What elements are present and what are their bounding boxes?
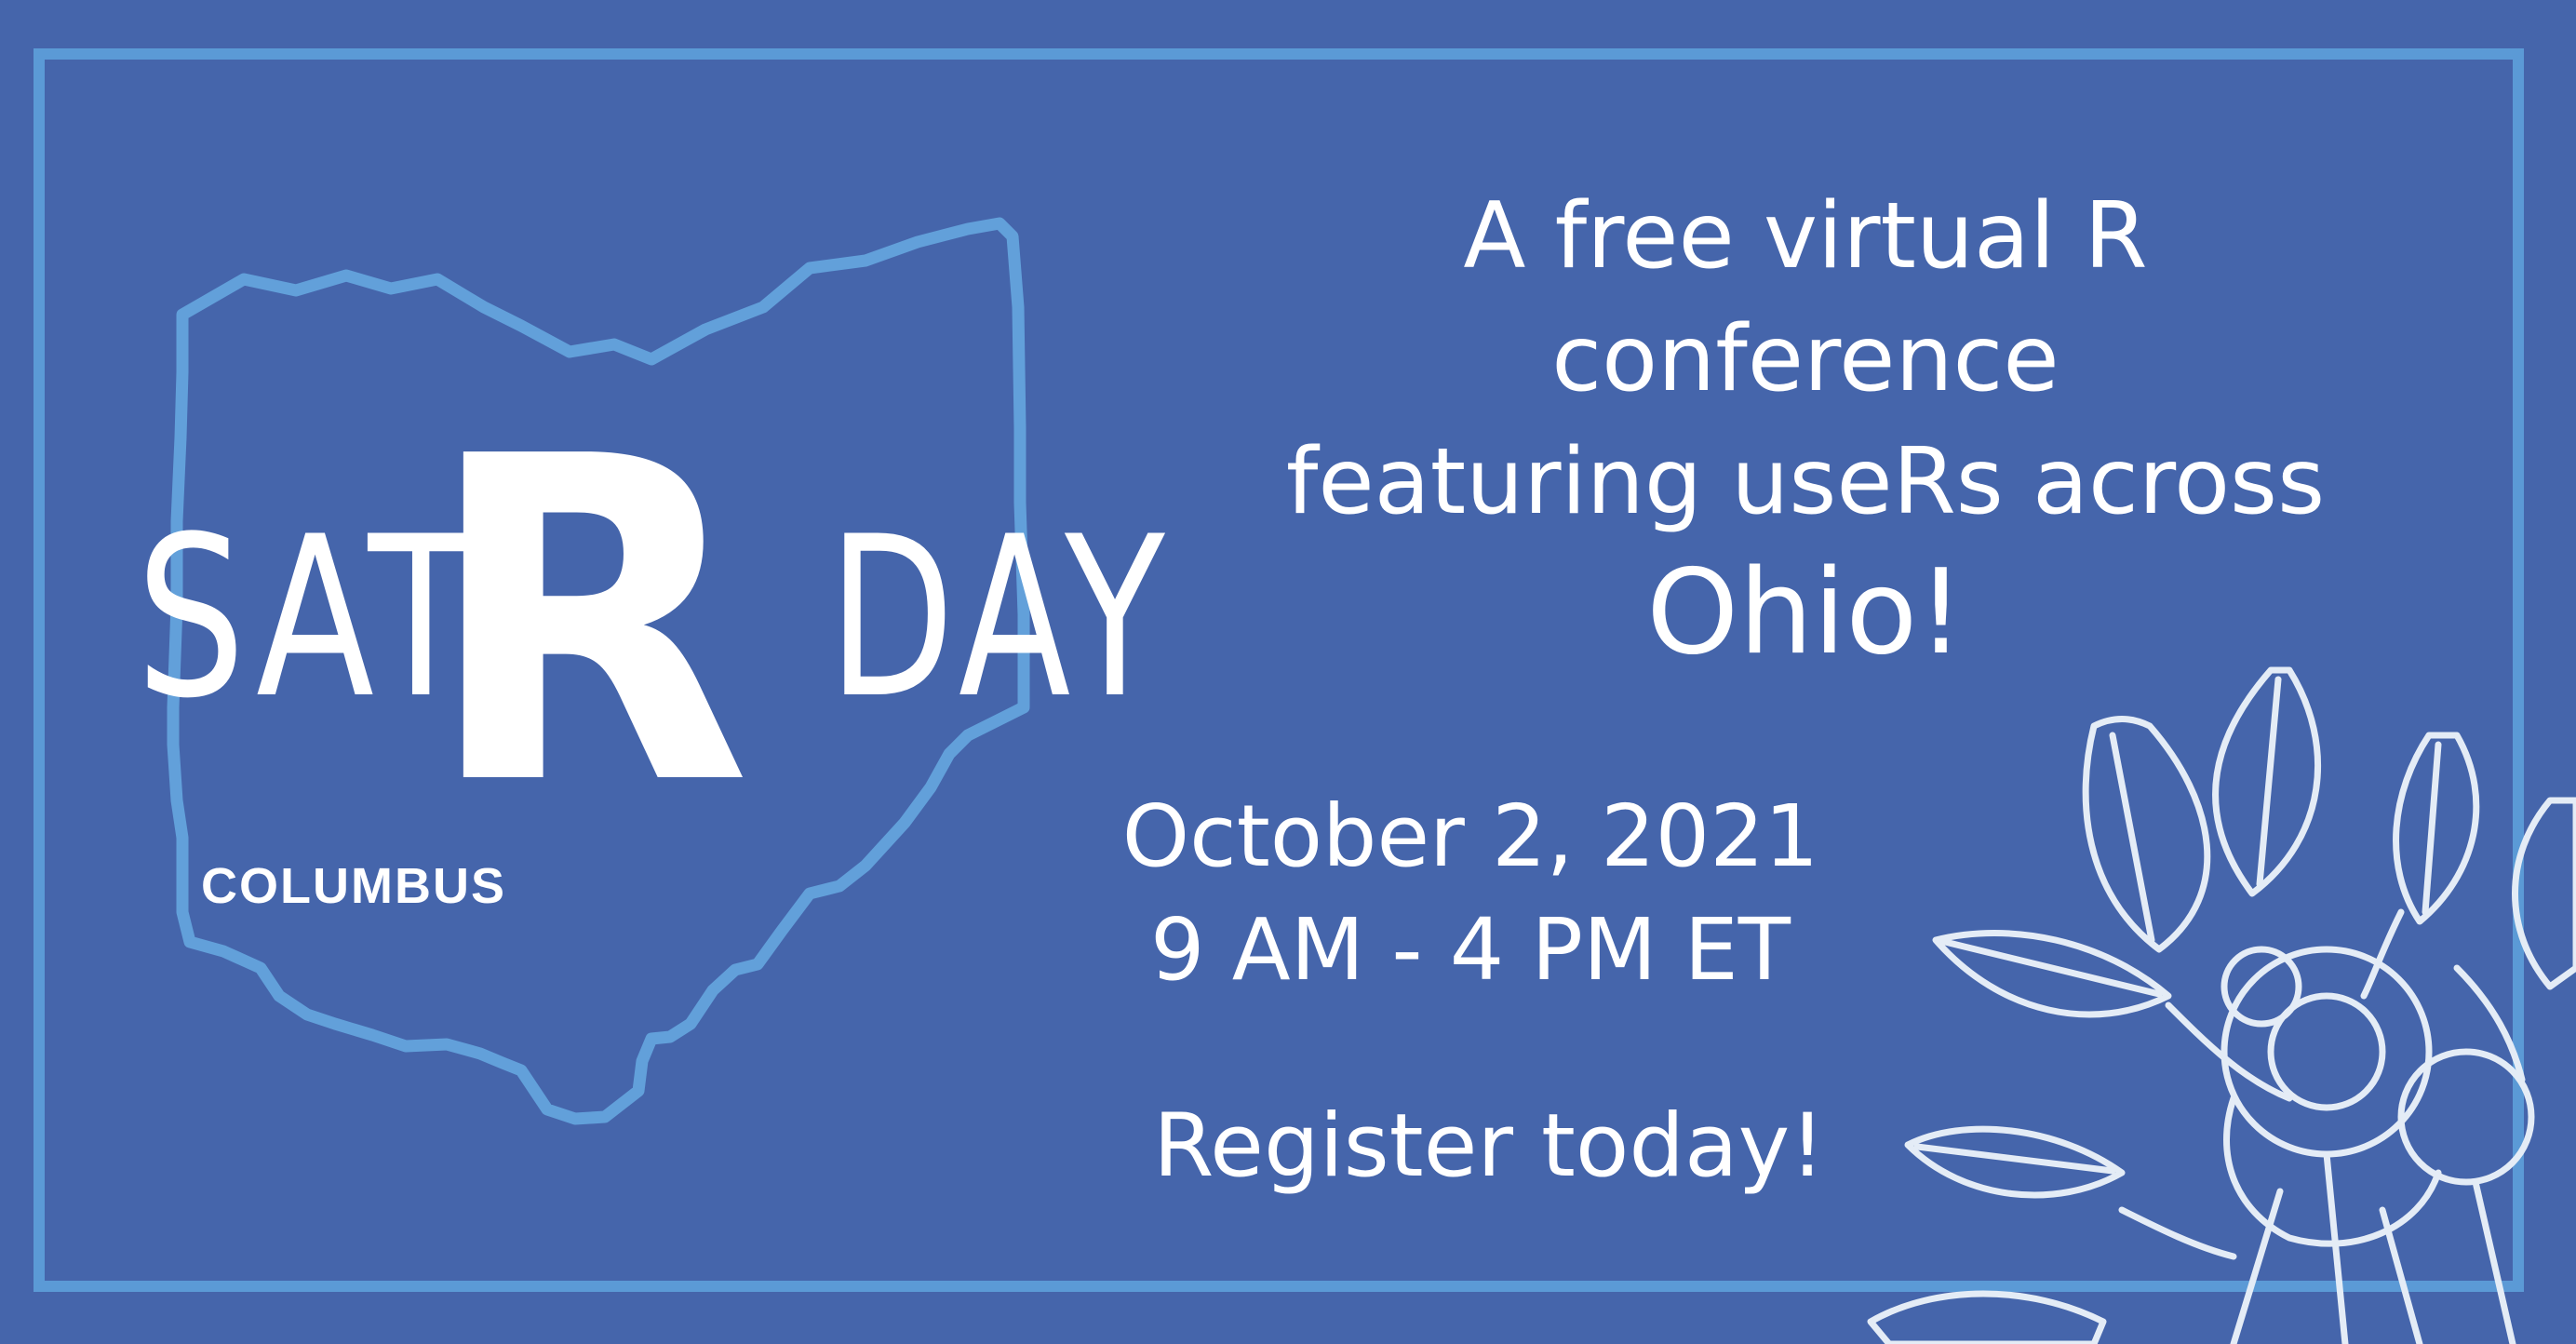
- logo-day-text: DAY: [828, 490, 1173, 747]
- event-date: October 2, 2021: [1121, 786, 1819, 886]
- headline-line-2: conference: [1551, 306, 2059, 412]
- headline-line-4: Ohio!: [1646, 544, 1965, 680]
- event-details: October 2, 2021 9 AM - 4 PM ET: [986, 780, 1954, 1007]
- headline-line-1: A free virtual R: [1463, 183, 2148, 289]
- register-cta[interactable]: Register today!: [1005, 1087, 1973, 1206]
- flower-illustration-icon: [1867, 666, 2576, 1344]
- headline-line-3: featuring useRs across: [1285, 429, 2326, 535]
- logo-r-letter: R: [424, 363, 752, 883]
- logo-subtitle: COLUMBUS: [201, 858, 506, 914]
- headline: A free virtual R conference featuring us…: [1126, 175, 2485, 681]
- event-time: 9 AM - 4 PM ET: [1150, 900, 1791, 1000]
